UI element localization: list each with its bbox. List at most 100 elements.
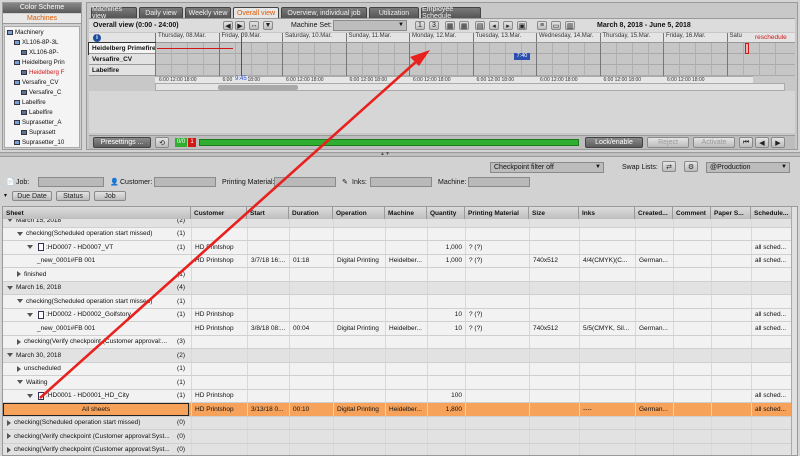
expand-icon[interactable]	[17, 365, 21, 372]
calendar-icon[interactable]: ▣	[517, 21, 527, 30]
column-header-machine[interactable]: Machine	[385, 207, 427, 219]
tab-overall-view[interactable]: Overall view	[233, 7, 279, 18]
expand-icon[interactable]	[17, 271, 21, 278]
table-row[interactable]: _new_0001#FB 001 HD Printshop 3/7/18 16:..…	[3, 254, 793, 268]
column-header-inks[interactable]: Inks	[579, 207, 635, 219]
collapse-icon[interactable]: ▲▼	[380, 151, 390, 157]
table-row[interactable]: : HD0001 - HD0001_HD_City (1) HD Printshop…	[3, 389, 793, 403]
grid-icon[interactable]: ▤	[475, 21, 485, 30]
machine-row-label[interactable]: Heidelberg Primefire	[88, 42, 156, 55]
reject-button[interactable]: Reject	[647, 137, 689, 148]
job-search-field[interactable]	[38, 177, 104, 187]
table-row[interactable]: : HD0007 - HD0007_VT (1) HD Printshop 1,000…	[3, 241, 793, 255]
tree-item[interactable]: Versafire_C	[21, 88, 61, 97]
first-icon[interactable]: ⏮	[739, 137, 753, 148]
calendar-next-icon[interactable]: ▸	[503, 21, 513, 30]
machine-row-label[interactable]: Versafire_CV	[89, 54, 155, 65]
tree-item[interactable]: Heidelberg Prin	[14, 58, 65, 67]
machines-tab[interactable]: Machines	[3, 14, 81, 24]
tab-employee-schedule[interactable]: Employee Schedule	[421, 6, 481, 20]
column-header-size[interactable]: Size	[529, 207, 579, 219]
table-row[interactable]: All sheets HD Printshop 3/13/18 0... 00:10 D…	[3, 403, 793, 417]
tab-utilization[interactable]: Utilization	[369, 7, 419, 18]
tree-item[interactable]: Heidelberg F	[21, 68, 64, 77]
gantt-scrollbar[interactable]	[155, 83, 785, 91]
column-header-comment[interactable]: Comment	[673, 207, 711, 219]
column-header-paper-s-[interactable]: Paper S...	[711, 207, 751, 219]
layout-icon[interactable]: ▭	[551, 21, 561, 30]
prev-icon[interactable]: ◀	[223, 21, 233, 30]
list-icon[interactable]: ≡	[537, 21, 547, 30]
column-header-operation[interactable]: Operation	[333, 207, 385, 219]
tree-item[interactable]: Versafire_CV	[14, 78, 58, 87]
table-row[interactable]: checking(Verify checkpoint (Customer app…	[3, 430, 793, 444]
table-row[interactable]: checking(Verify checkpoint (Customer app…	[3, 335, 793, 349]
filter-icon[interactable]: ▼	[263, 21, 273, 30]
zoom-icon[interactable]: ↔	[249, 21, 259, 30]
tree-item[interactable]: Suprasetter_A	[14, 118, 62, 127]
tree-item[interactable]: Suprasett	[21, 128, 55, 137]
sort-job-button[interactable]: Job	[94, 191, 126, 201]
tab-overview-individual-job[interactable]: Overview, individual job	[281, 7, 367, 18]
column-header-printing-material[interactable]: Printing Material	[465, 207, 529, 219]
machine-set-dropdown[interactable]: ▼	[333, 20, 407, 31]
swap-list-icon[interactable]: ⇄	[662, 161, 676, 172]
activate-button[interactable]: Activate	[693, 137, 735, 148]
table-row[interactable]: unscheduled (1)	[3, 362, 793, 376]
collapse-icon[interactable]	[17, 299, 23, 304]
table-row[interactable]: : HD0002 - HD0002_Golfstory (1) HD Printsh…	[3, 308, 793, 322]
settings-icon[interactable]: ▥	[565, 21, 575, 30]
inks-search-field[interactable]	[370, 177, 432, 187]
next-icon[interactable]: ▶	[235, 21, 245, 30]
presettings-button[interactable]: Presettings ...	[93, 137, 151, 148]
printing-material-field[interactable]	[274, 177, 336, 187]
prev-page-icon[interactable]: ◀	[755, 137, 769, 148]
lock-enable-button[interactable]: Lock/enable	[585, 137, 643, 148]
expand-icon[interactable]	[7, 419, 11, 426]
sort-status-button[interactable]: Status	[56, 191, 90, 201]
tree-item[interactable]: Labelfire	[14, 98, 46, 107]
column-header-schedule-[interactable]: Schedule...	[751, 207, 793, 219]
table-scrollbar[interactable]	[791, 207, 797, 455]
collapse-icon[interactable]	[17, 231, 23, 236]
column-header-quantity[interactable]: Quantity	[427, 207, 465, 219]
collapse-icon[interactable]	[27, 393, 33, 398]
tab-weekly-view[interactable]: Weekly view	[185, 7, 231, 18]
table-row[interactable]: checking(Scheduled operation start misse…	[3, 227, 793, 241]
reschedule-marker[interactable]	[745, 43, 749, 54]
machine-search-field[interactable]	[468, 177, 530, 187]
week-icon[interactable]: ▦	[445, 21, 455, 30]
splitter[interactable]: ▲▼	[0, 151, 800, 157]
customer-search-field[interactable]	[154, 177, 216, 187]
table-row[interactable]: March 30, 2018 (2)	[3, 349, 793, 363]
collapse-icon[interactable]	[7, 353, 13, 358]
tree-item[interactable]: Suprasetter_10	[14, 138, 64, 147]
table-row[interactable]: checking(Verify checkpoint (Customer app…	[3, 443, 793, 455]
next-page-icon[interactable]: ▶	[771, 137, 785, 148]
table-row[interactable]: March 16, 2018 (4)	[3, 281, 793, 295]
collapse-icon[interactable]	[7, 219, 13, 223]
view-3-button[interactable]: 3	[429, 21, 439, 30]
table-row[interactable]: March 15, 2018 (2)	[3, 219, 793, 228]
machine-row-label[interactable]: Labelfire	[89, 65, 155, 76]
column-header-duration[interactable]: Duration	[289, 207, 333, 219]
expand-icon[interactable]	[17, 338, 21, 345]
tree-item[interactable]: XL106-8P-	[21, 48, 59, 57]
column-header-sheet[interactable]: Sheet	[3, 207, 191, 219]
collapse-icon[interactable]	[7, 285, 13, 290]
swap-machine-icon[interactable]: ⚙	[684, 161, 698, 172]
tab-daily-view[interactable]: Daily view	[139, 7, 183, 18]
view-1-button[interactable]: 1	[415, 21, 425, 30]
tree-item[interactable]: XL106-8P-3L	[14, 38, 58, 47]
calendar-prev-icon[interactable]: ◂	[489, 21, 499, 30]
info-icon[interactable]: i	[93, 34, 101, 42]
checkpoint-filter-dropdown[interactable]: Checkpoint filter off ▼	[490, 162, 604, 173]
table-row[interactable]: Waiting (1)	[3, 376, 793, 390]
column-header-customer[interactable]: Customer	[191, 207, 247, 219]
sort-due-date-button[interactable]: Due Date	[12, 191, 52, 201]
table-row[interactable]: finished (1)	[3, 268, 793, 282]
expand-icon[interactable]	[7, 446, 11, 453]
table-row[interactable]: checking(Scheduled operation start misse…	[3, 295, 793, 309]
column-header-created-[interactable]: Created...	[635, 207, 673, 219]
tree-item[interactable]: Labelfire	[21, 108, 53, 117]
